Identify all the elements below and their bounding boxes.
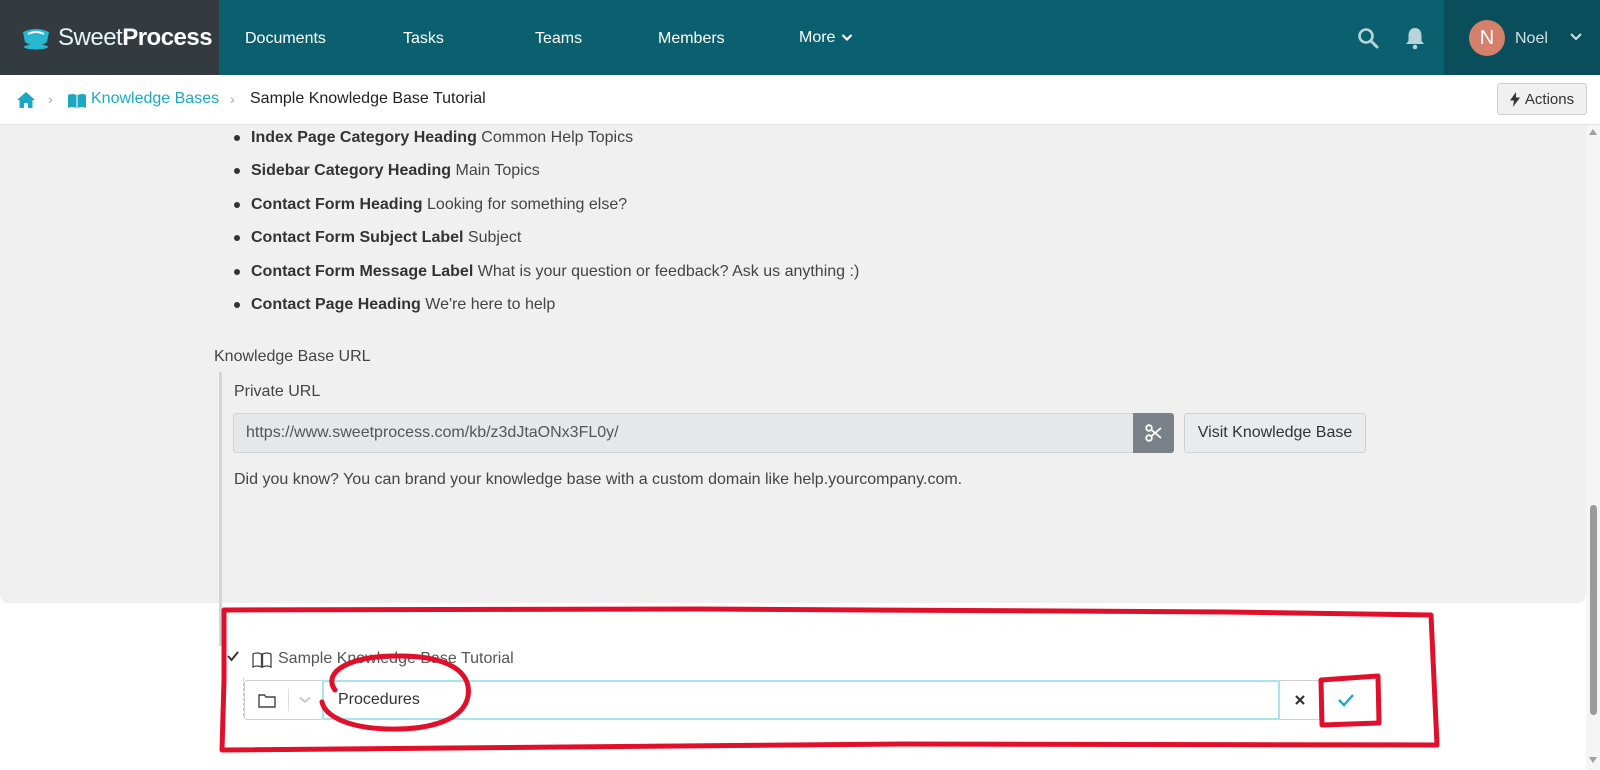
home-icon[interactable]	[16, 91, 36, 109]
search-icon[interactable]	[1357, 27, 1379, 49]
user-menu[interactable]: N Noel	[1444, 0, 1600, 75]
user-name: Noel	[1515, 30, 1548, 47]
chevron-down-icon	[842, 34, 853, 42]
nav-members[interactable]: Members	[658, 0, 725, 75]
list-item: Contact Page Heading We're here to help	[234, 292, 859, 325]
private-url-label: Private URL	[234, 383, 321, 400]
confirm-button[interactable]	[1323, 680, 1369, 720]
book-icon	[68, 94, 86, 108]
cancel-button[interactable]	[1280, 680, 1320, 720]
actions-button[interactable]: Actions	[1497, 83, 1587, 115]
settings-list: Index Page Category Heading Common Help …	[234, 125, 859, 325]
list-item: Contact Form Heading Looking for somethi…	[234, 192, 859, 225]
nav-more[interactable]: More	[799, 0, 853, 75]
list-item: Contact Form Message Label What is your …	[234, 259, 859, 292]
list-item: Contact Form Subject Label Subject	[234, 225, 859, 258]
list-item: Sidebar Category Heading Main Topics	[234, 158, 859, 191]
kb-settings-panel: Index Page Category Heading Common Help …	[0, 125, 1586, 646]
check-icon	[1338, 694, 1354, 707]
nav-documents[interactable]: Documents	[245, 0, 326, 75]
list-item: Index Page Category Heading Common Help …	[234, 125, 859, 158]
scroll-down-arrow-icon[interactable]	[1589, 757, 1597, 763]
copy-url-button[interactable]	[1133, 413, 1174, 453]
folder-icon	[257, 693, 276, 708]
nav-more-label: More	[799, 28, 836, 46]
chevron-right-icon: ›	[230, 91, 235, 107]
lightning-icon	[1509, 91, 1520, 107]
chevron-right-icon: ›	[48, 91, 53, 107]
actions-label: Actions	[1524, 90, 1575, 108]
book-open-icon	[252, 652, 272, 668]
check-icon[interactable]	[227, 650, 239, 662]
nav-tasks[interactable]: Tasks	[403, 0, 444, 75]
scroll-up-arrow-icon[interactable]	[1589, 129, 1597, 135]
chevron-down-icon	[1570, 33, 1582, 41]
type-dropdown-button[interactable]	[288, 680, 322, 720]
custom-domain-tip: Did you know? You can brand your knowled…	[234, 471, 963, 488]
new-item-name-input[interactable]	[322, 680, 1280, 720]
visit-knowledge-base-button[interactable]: Visit Knowledge Base	[1184, 413, 1366, 453]
logo-text: SweetProcess	[58, 23, 213, 51]
divider	[288, 689, 289, 711]
top-navbar: SweetProcess Documents Tasks Teams Membe…	[0, 0, 1600, 75]
breadcrumb-knowledge-bases-link[interactable]: Knowledge Bases	[91, 90, 219, 108]
folder-type-button[interactable]	[244, 680, 288, 720]
scroll-thumb[interactable]	[1590, 505, 1597, 715]
breadcrumb-current: Sample Knowledge Base Tutorial	[250, 90, 486, 107]
bell-icon[interactable]	[1404, 26, 1426, 50]
close-icon	[1294, 695, 1305, 705]
scissors-icon	[1144, 424, 1162, 442]
page-scrollbar[interactable]	[1586, 125, 1600, 770]
kb-url-heading: Knowledge Base URL	[214, 348, 371, 365]
breadcrumb: › Knowledge Bases › Sample Knowledge Bas…	[0, 75, 1600, 125]
nav-teams[interactable]: Teams	[535, 0, 582, 75]
cup-logo-icon	[23, 28, 49, 49]
avatar: N	[1469, 20, 1505, 56]
kb-url-section: Private URL https://www.sweetprocess.com…	[219, 372, 1369, 646]
chevron-down-icon	[299, 696, 311, 704]
private-url-field[interactable]: https://www.sweetprocess.com/kb/z3dJtaON…	[233, 413, 1139, 453]
tree-kb-label[interactable]: Sample Knowledge Base Tutorial	[278, 650, 514, 668]
logo[interactable]: SweetProcess	[0, 0, 219, 75]
